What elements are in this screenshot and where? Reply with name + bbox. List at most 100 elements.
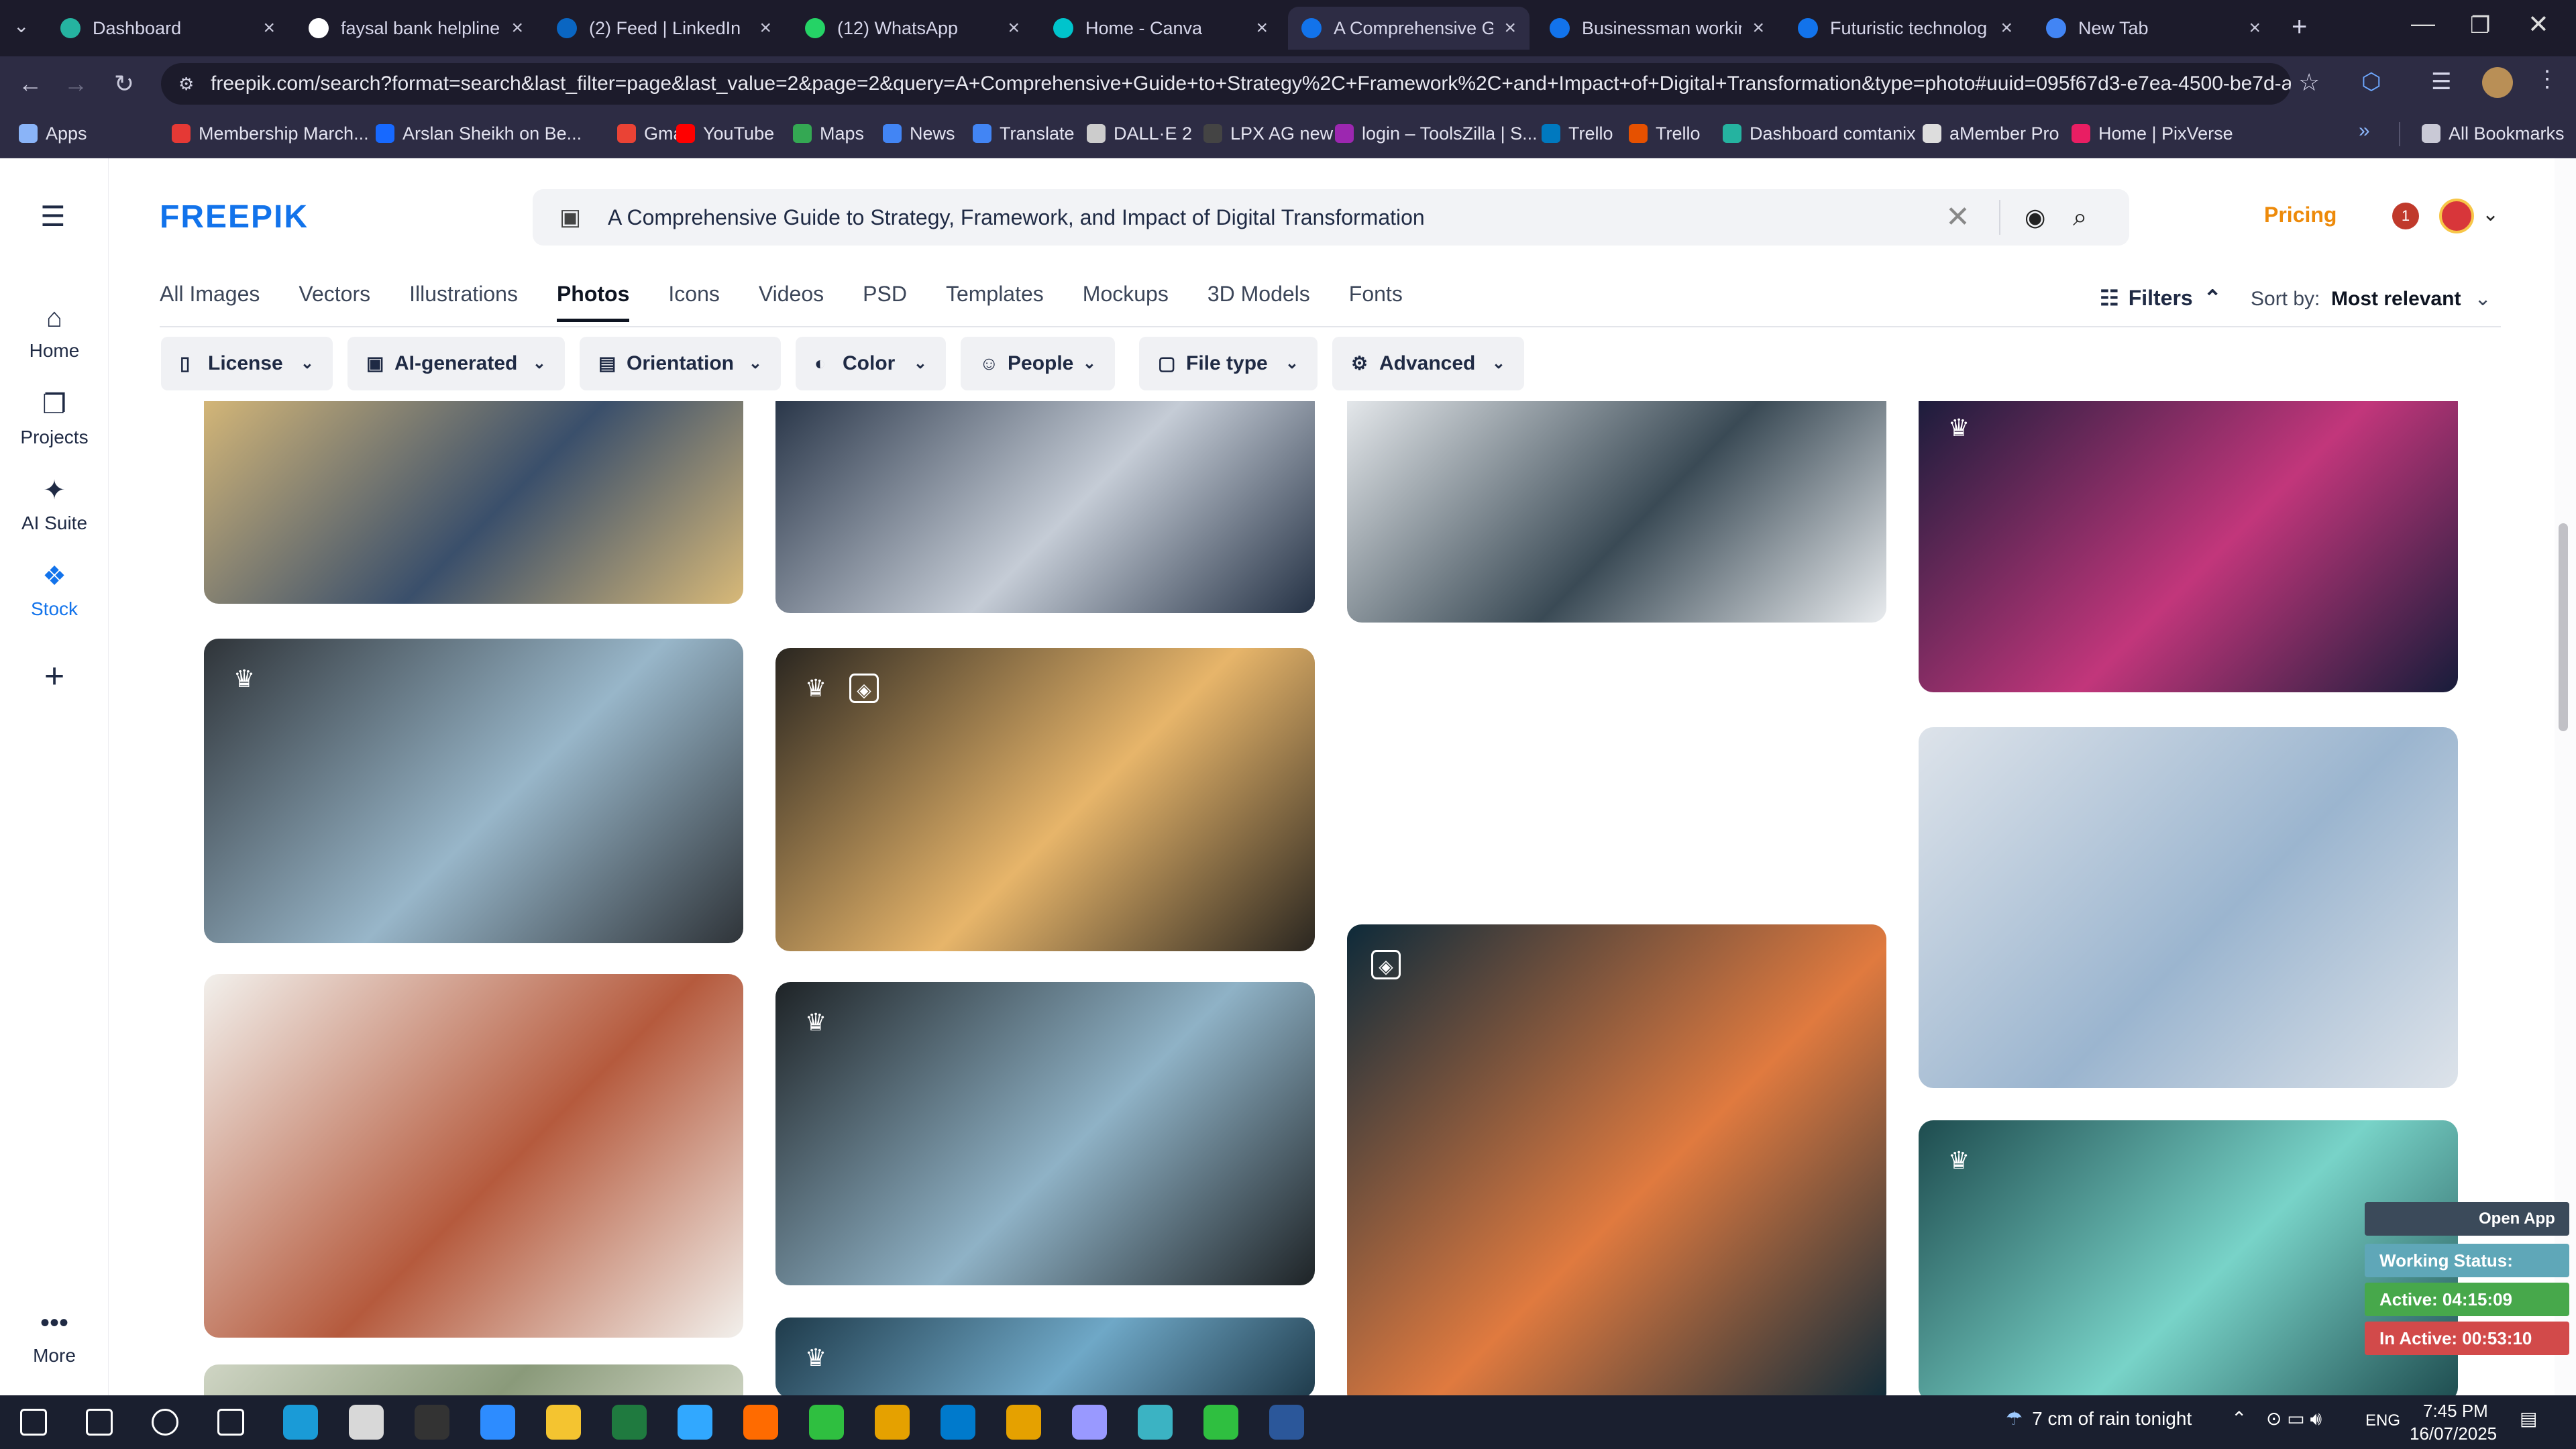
bookmark-item[interactable]: Arslan Sheikh on Be...: [376, 118, 582, 149]
restore-button[interactable]: ❐: [2470, 12, 2490, 39]
bookmark-item[interactable]: DALL·E 2: [1087, 118, 1192, 149]
pen-icon[interactable]: [349, 1405, 384, 1440]
bookmark-item[interactable]: Trello: [1542, 118, 1613, 149]
media-icon[interactable]: ☰: [2431, 68, 2451, 95]
bookmark-item[interactable]: Apps: [19, 118, 87, 149]
start-icon[interactable]: [20, 1409, 47, 1436]
bookmark-item[interactable]: News: [883, 118, 955, 149]
photo-card[interactable]: ♛: [775, 982, 1315, 1285]
photo-card[interactable]: ♛: [775, 1318, 1315, 1395]
photo-card[interactable]: ♛ ◈: [775, 648, 1315, 951]
photo-card[interactable]: ♛: [204, 639, 743, 943]
close-tab-icon[interactable]: ×: [1008, 17, 1020, 40]
green-app-icon[interactable]: [809, 1405, 844, 1440]
filter-chip-ai-generated[interactable]: ▣ AI-generated ⌄: [347, 337, 565, 390]
tab-3d-models[interactable]: 3D Models: [1208, 282, 1310, 322]
image-search-icon[interactable]: ▣: [559, 189, 581, 246]
photo-card[interactable]: [775, 401, 1315, 613]
photo-card[interactable]: ◈: [1347, 924, 1886, 1395]
browser-tab[interactable]: (12) WhatsApp ×: [792, 7, 1033, 50]
bookmark-item[interactable]: Translate: [973, 118, 1075, 149]
bookmark-item[interactable]: Membership March...: [172, 118, 369, 149]
bookmarks-overflow-icon[interactable]: »: [2359, 119, 2370, 142]
filter-chip-file-type[interactable]: ▢ File type ⌄: [1139, 337, 1318, 390]
nav-projects[interactable]: ❐ Projects: [0, 389, 109, 448]
freepik-logo[interactable]: FREEPIK: [160, 199, 309, 235]
language-indicator[interactable]: ENG: [2365, 1411, 2400, 1430]
bookmark-item[interactable]: LPX AG new: [1203, 118, 1333, 149]
browser-tab[interactable]: faysal bank helpline ×: [295, 7, 537, 50]
profile-avatar[interactable]: [2482, 67, 2513, 98]
back-button[interactable]: ←: [13, 67, 47, 101]
nav-ai-suite[interactable]: ✦ AI Suite: [0, 475, 109, 534]
reload-button[interactable]: ↻: [107, 67, 141, 101]
edge-icon[interactable]: [283, 1405, 318, 1440]
browser-tab[interactable]: Home - Canva ×: [1040, 7, 1281, 50]
tab-templates[interactable]: Templates: [946, 282, 1044, 322]
nav-add-button[interactable]: +: [0, 656, 109, 696]
filter-chip-license[interactable]: ▯ License ⌄: [161, 337, 333, 390]
nav-home[interactable]: ⌂ Home: [0, 303, 109, 362]
bookmark-item[interactable]: Maps: [793, 118, 864, 149]
tab-icons[interactable]: Icons: [668, 282, 719, 322]
sort-dropdown[interactable]: Sort by: Most relevant ⌄: [2251, 287, 2491, 311]
browser-tab[interactable]: Futuristic technolog ×: [1784, 7, 2026, 50]
clock-date[interactable]: 16/07/2025: [2410, 1424, 2497, 1444]
search-icon[interactable]: [86, 1409, 113, 1436]
green-app-2-icon[interactable]: [1203, 1405, 1238, 1440]
filter-chip-color[interactable]: ◐ Color ⌄: [796, 337, 946, 390]
tab-psd[interactable]: PSD: [863, 282, 907, 322]
chrome-profile-icon[interactable]: [1006, 1405, 1041, 1440]
open-app-button[interactable]: Open App ↗: [2365, 1202, 2569, 1261]
new-tab-button[interactable]: +: [2292, 12, 2307, 42]
browser-tab[interactable]: A Comprehensive Gu ×: [1288, 7, 1529, 50]
notification-center-icon[interactable]: ▤: [2520, 1407, 2537, 1430]
photo-card[interactable]: [1919, 727, 2458, 1088]
tray-icons[interactable]: ⊙ ▭ 🔊︎: [2266, 1407, 2322, 1430]
vscode-icon[interactable]: [941, 1405, 975, 1440]
filter-chip-people[interactable]: ☺ People ⌄: [961, 337, 1115, 390]
extensions-icon[interactable]: ⬡: [2361, 68, 2381, 95]
search-input[interactable]: ▣ A Comprehensive Guide to Strategy, Fram…: [533, 189, 2129, 246]
app-icon[interactable]: [1138, 1405, 1173, 1440]
close-window-button[interactable]: ✕: [2528, 9, 2549, 40]
minimize-button[interactable]: —: [2411, 9, 2435, 38]
tray-overflow-icon[interactable]: ⌃: [2231, 1407, 2247, 1430]
tab-vectors[interactable]: Vectors: [299, 282, 370, 322]
chrome-menu-icon[interactable]: ⋮: [2536, 66, 2559, 93]
all-bookmarks[interactable]: All Bookmarks: [2422, 118, 2565, 149]
user-avatar[interactable]: [2439, 199, 2474, 233]
photo-card[interactable]: [204, 401, 743, 604]
tab-fonts[interactable]: Fonts: [1349, 282, 1403, 322]
tab-search-button[interactable]: ⌄: [13, 15, 29, 37]
close-tab-icon[interactable]: ×: [1256, 17, 1268, 40]
browser-tab[interactable]: Businessman working ×: [1536, 7, 1778, 50]
bookmark-item[interactable]: Home | PixVerse: [2072, 118, 2233, 149]
browser-tab[interactable]: New Tab ×: [2033, 7, 2274, 50]
bookmark-star-icon[interactable]: ☆: [2298, 68, 2320, 97]
close-tab-icon[interactable]: ×: [2000, 17, 2012, 40]
close-tab-icon[interactable]: ×: [1504, 17, 1516, 40]
photo-card[interactable]: [204, 974, 743, 1338]
photo-card[interactable]: ♛: [1919, 401, 2458, 692]
scrollbar-thumb[interactable]: [2559, 523, 2568, 731]
photo-card[interactable]: [204, 1364, 743, 1395]
task-view-icon[interactable]: [217, 1409, 244, 1436]
nav-more[interactable]: ••• More: [0, 1308, 109, 1366]
bookmark-item[interactable]: Dashboard comtanix: [1723, 118, 1916, 149]
terminal-icon[interactable]: [415, 1405, 449, 1440]
excel-icon[interactable]: [612, 1405, 647, 1440]
tab-all-images[interactable]: All Images: [160, 282, 260, 322]
weather-widget[interactable]: ☂ 7 cm of rain tonight: [2006, 1407, 2192, 1430]
bookmark-item[interactable]: YouTube: [676, 118, 774, 149]
filter-chip-advanced[interactable]: ⚙ Advanced ⌄: [1332, 337, 1524, 390]
browser-tab[interactable]: (2) Feed | LinkedIn ×: [543, 7, 785, 50]
site-info-icon[interactable]: ⚙: [178, 63, 194, 105]
close-tab-icon[interactable]: ×: [759, 17, 771, 40]
pricing-link[interactable]: Pricing: [2264, 203, 2337, 227]
filters-toggle[interactable]: ☷ Filters ⌃: [2100, 285, 2222, 311]
filter-chip-orientation[interactable]: ▤ Orientation ⌄: [580, 337, 781, 390]
close-tab-icon[interactable]: ×: [263, 17, 275, 40]
forward-button[interactable]: →: [59, 67, 93, 101]
tab-photos[interactable]: Photos: [556, 282, 630, 322]
